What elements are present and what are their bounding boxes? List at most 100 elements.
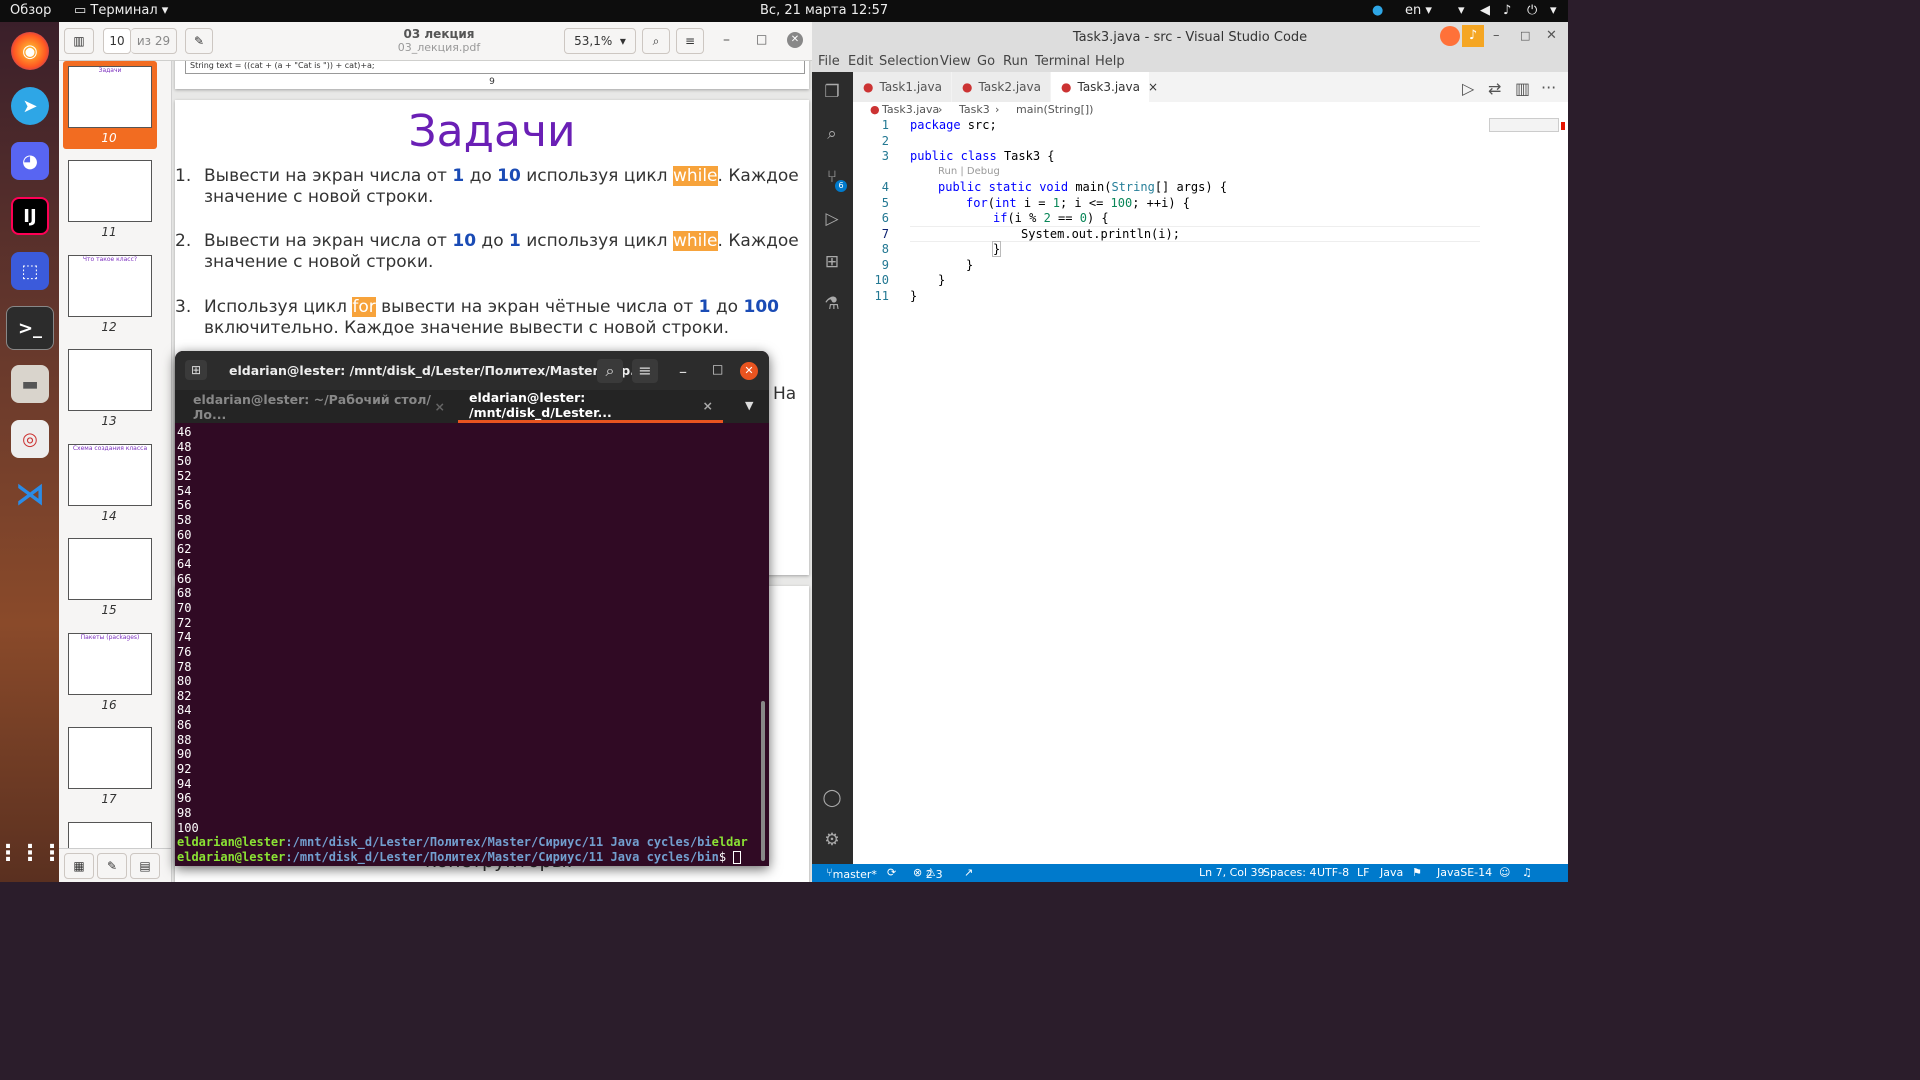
maximize-button[interactable]: □ xyxy=(712,362,723,376)
open-changes-icon[interactable]: ⇄ xyxy=(1488,79,1501,98)
sync-icon[interactable]: ⟳ xyxy=(887,866,896,879)
intellij-icon[interactable]: IJ xyxy=(11,197,49,235)
activities-button[interactable]: Обзор xyxy=(10,3,51,18)
thumbnail-page-17[interactable] xyxy=(68,727,152,789)
telegram-icon[interactable]: ➤ xyxy=(11,87,49,125)
terminal-dock-icon[interactable]: >_ xyxy=(6,306,54,350)
menu-selection[interactable]: Selection xyxy=(879,54,939,69)
menu-view[interactable]: View xyxy=(940,54,971,69)
tab-list-chevron-icon[interactable]: ▼ xyxy=(745,399,753,412)
telegram-tray-icon[interactable]: ● xyxy=(1372,3,1383,18)
terminal-output[interactable]: 46 48 50 52 54 56 58 60 62 64 66 68 70 72 74 76 78 80 82 84… xyxy=(175,423,769,866)
annotate-button[interactable]: ✎ xyxy=(185,28,213,54)
settings-gear-icon[interactable]: ⚙ xyxy=(821,830,843,852)
index-mode-button[interactable]: ▤ xyxy=(130,853,160,879)
document-viewer-icon[interactable]: ◎ xyxy=(11,420,49,458)
jdk-status[interactable]: JavaSE-14 xyxy=(1437,866,1492,879)
minimize-button[interactable]: – xyxy=(679,362,687,381)
menu-button[interactable]: ≡ xyxy=(676,28,704,54)
menu-run[interactable]: Run xyxy=(1003,54,1028,69)
terminal-search-button[interactable]: ⌕ xyxy=(597,359,623,383)
tab-task2[interactable]: ● Task2.java xyxy=(952,72,1050,102)
system-menu-arrow-icon[interactable]: ▾ xyxy=(1550,3,1557,18)
language-indicator[interactable]: en ▾ xyxy=(1405,3,1432,18)
output-line: 48 xyxy=(177,439,192,454)
thumbnail-page-10[interactable]: Задачи xyxy=(68,66,152,128)
thumbnails-mode-button[interactable]: ▦ xyxy=(64,853,94,879)
discord-icon[interactable]: ◕ xyxy=(11,142,49,180)
extensions-icon[interactable]: ⊞ xyxy=(821,252,843,274)
breadcrumb-class[interactable]: Task3 xyxy=(959,103,990,116)
close-tab-icon[interactable]: × xyxy=(1148,80,1158,94)
indentation-status[interactable]: Spaces: 4 xyxy=(1263,866,1316,879)
firefox-icon[interactable]: ◉ xyxy=(11,32,49,70)
breadcrumb-method[interactable]: main(String[]) xyxy=(1016,103,1093,116)
menu-file[interactable]: File xyxy=(818,54,840,69)
code-editor[interactable]: 1 2 3 4 5 6 7 8 9 10 11 package src; public class … xyxy=(853,118,1568,864)
testing-icon[interactable]: ⚗ xyxy=(821,294,843,316)
files-icon[interactable]: ▬ xyxy=(11,365,49,403)
close-tab-icon[interactable]: × xyxy=(435,399,445,414)
explorer-icon[interactable]: ❐ xyxy=(821,82,843,104)
minimize-button[interactable]: – xyxy=(723,32,730,48)
clock[interactable]: Вс, 21 марта 12:57 xyxy=(760,3,888,18)
terminal-tab-2[interactable]: eldarian@lester: /mnt/disk_d/Lester... × xyxy=(458,390,723,423)
microphone-icon[interactable]: ♪ xyxy=(1503,3,1511,18)
language-status[interactable]: Java xyxy=(1380,866,1403,879)
thumbnail-page-15[interactable] xyxy=(68,538,152,600)
maximize-button[interactable]: □ xyxy=(1520,29,1530,42)
minimap[interactable] xyxy=(1489,118,1559,132)
app-menu[interactable]: ▭ Терминал ▾ xyxy=(74,3,168,18)
thumbnail-page-16[interactable]: Пакеты (packages) xyxy=(68,633,152,695)
eol-status[interactable]: LF xyxy=(1357,866,1369,879)
slide-title: Задачи xyxy=(408,106,576,157)
close-tab-icon[interactable]: × xyxy=(703,398,713,413)
close-button[interactable]: ✕ xyxy=(787,32,803,48)
terminal-tab-1[interactable]: eldarian@lester: ~/Рабочий стол/Ло... × xyxy=(175,390,457,423)
search-button[interactable]: ⌕ xyxy=(642,28,670,54)
cursor-position[interactable]: Ln 7, Col 39 xyxy=(1199,866,1265,879)
feedback-icon[interactable]: ☺ xyxy=(1499,866,1510,879)
encoding-status[interactable]: UTF-8 xyxy=(1317,866,1349,879)
show-apps-icon[interactable]: ⋮⋮⋮ xyxy=(0,834,63,872)
more-actions-icon[interactable]: ··· xyxy=(1541,78,1556,97)
run-debug-icon[interactable]: ▷ xyxy=(821,209,843,231)
menu-go[interactable]: Go xyxy=(977,54,995,69)
codelens-run-debug[interactable]: Run | Debug xyxy=(938,166,1000,177)
search-icon[interactable]: ⌕ xyxy=(821,124,843,146)
vscode-icon[interactable]: ⋊ xyxy=(11,475,49,513)
thumbnail-page-11[interactable] xyxy=(68,160,152,222)
sidebar-toggle-button[interactable]: ▥ xyxy=(64,28,94,54)
breadcrumb-file[interactable]: Task3.java xyxy=(882,103,939,116)
maximize-button[interactable]: □ xyxy=(756,32,767,46)
run-file-icon[interactable]: ▷ xyxy=(1462,79,1474,98)
close-button[interactable]: ✕ xyxy=(1546,28,1557,43)
terminal-scrollbar[interactable] xyxy=(761,701,765,861)
branch-status[interactable]: ⑂ master* xyxy=(826,866,877,881)
volume-icon[interactable]: ◀ xyxy=(1480,3,1490,18)
new-tab-button[interactable]: ⊞ xyxy=(185,360,207,380)
minimize-button[interactable]: – xyxy=(1493,28,1500,43)
thumbnail-page-12[interactable]: Что такое класс? xyxy=(68,255,152,317)
close-button[interactable]: ✕ xyxy=(740,362,758,380)
screenshot-icon[interactable]: ⬚ xyxy=(11,252,49,290)
terminal-menu-button[interactable]: ≡ xyxy=(632,359,658,383)
notifications-icon[interactable]: ♫ xyxy=(1522,866,1532,879)
menu-terminal[interactable]: Terminal xyxy=(1035,54,1090,69)
thumbnail-page-13[interactable] xyxy=(68,349,152,411)
java-status-icon[interactable]: ⚑ xyxy=(1412,866,1422,879)
tab-task3[interactable]: ● Task3.java × xyxy=(1051,72,1158,102)
thumbnail-page-14[interactable]: Схема создания класса xyxy=(68,444,152,506)
page-number-input[interactable]: 10 xyxy=(103,28,131,54)
annotations-mode-button[interactable]: ✎ xyxy=(97,853,127,879)
power-icon[interactable]: ⏻ xyxy=(1527,3,1537,18)
tab-task1[interactable]: ● Task1.java xyxy=(853,72,951,102)
menu-edit[interactable]: Edit xyxy=(848,54,873,69)
split-editor-icon[interactable]: ▥ xyxy=(1515,79,1530,98)
zoom-select[interactable]: 53,1% ▾ xyxy=(564,28,636,54)
menu-help[interactable]: Help xyxy=(1095,54,1125,69)
accounts-icon[interactable]: ◯ xyxy=(821,788,843,810)
problems-status[interactable]: ⊗ 2 ⚠ 3 xyxy=(913,866,943,881)
wifi-icon[interactable]: ▾ xyxy=(1458,3,1465,18)
live-share-icon[interactable]: ↗ xyxy=(964,866,973,879)
